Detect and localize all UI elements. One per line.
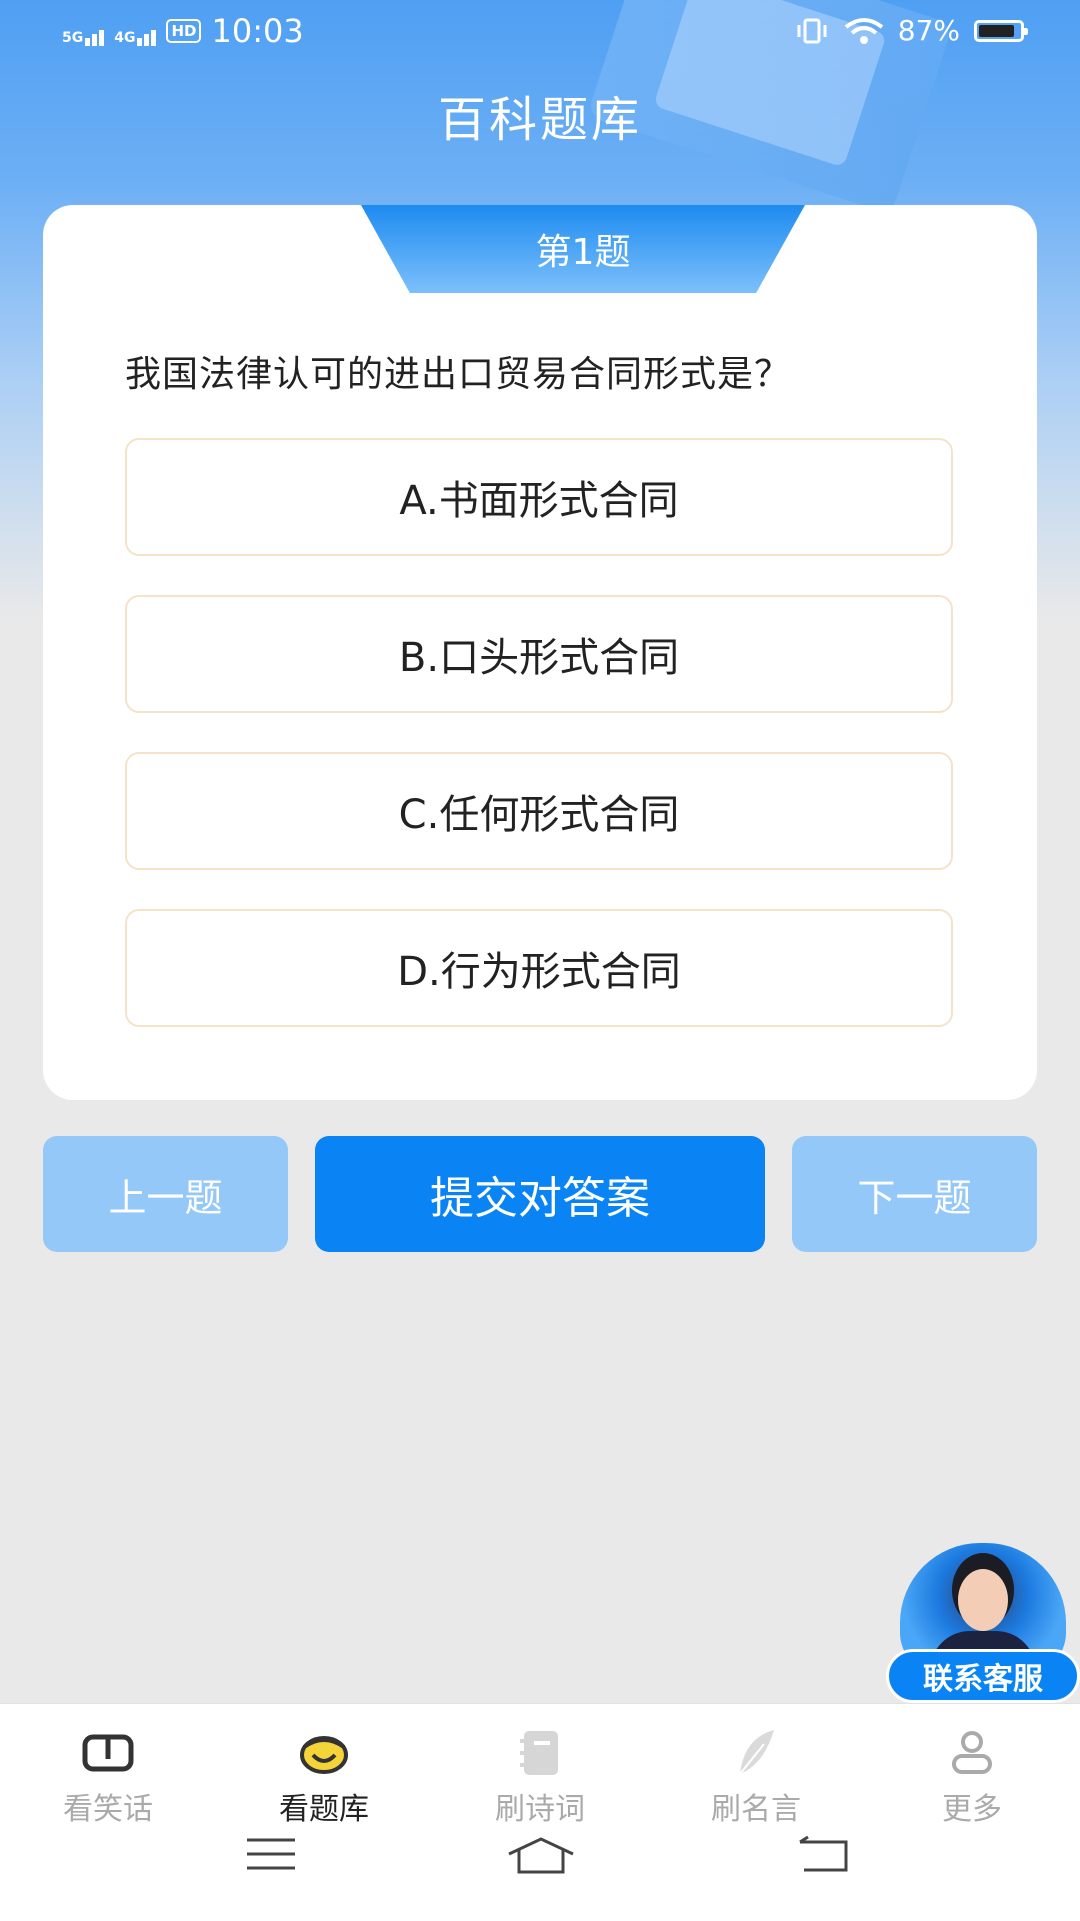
option-b[interactable]: B.口头形式合同 bbox=[125, 595, 953, 713]
battery-icon bbox=[974, 19, 1028, 42]
signal-4g-icon: 4G bbox=[114, 16, 157, 46]
clock: 10:03 bbox=[211, 12, 304, 50]
battery-percent: 87% bbox=[897, 14, 960, 47]
person-icon bbox=[942, 1728, 1002, 1778]
option-c[interactable]: C.任何形式合同 bbox=[125, 752, 953, 870]
status-bar: 5G 4G HD 10:03 87% bbox=[0, 0, 1080, 66]
question-text: 我国法律认可的进出口贸易合同形式是？ bbox=[125, 354, 792, 395]
hd-voice-icon: HD bbox=[166, 19, 202, 43]
back-icon[interactable] bbox=[796, 1836, 852, 1876]
book-icon bbox=[78, 1728, 138, 1778]
wifi-icon bbox=[844, 17, 883, 44]
network-type-5g: 5G bbox=[62, 30, 84, 46]
question-number-tab: 第1题 bbox=[361, 205, 805, 293]
network-type-4g: 4G bbox=[114, 30, 136, 46]
status-bar-left: 5G 4G HD 10:03 bbox=[62, 12, 304, 50]
customer-service-button[interactable]: 联系客服 bbox=[886, 1543, 1080, 1703]
status-bar-right: 87% bbox=[794, 14, 1028, 47]
smiley-icon bbox=[294, 1728, 354, 1778]
vibrate-icon bbox=[797, 18, 827, 43]
option-d[interactable]: D.行为形式合同 bbox=[125, 909, 953, 1027]
customer-service-label: 联系客服 bbox=[886, 1649, 1080, 1703]
system-nav-bar bbox=[0, 1812, 1080, 1920]
option-a[interactable]: A.书面形式合同 bbox=[125, 438, 953, 556]
signal-5g-icon: 5G bbox=[62, 16, 105, 46]
menu-icon[interactable] bbox=[245, 1836, 297, 1872]
question-card: 第1题 我国法律认可的进出口贸易合同形式是？ A.书面形式合同 B.口头形式合同… bbox=[43, 205, 1037, 1100]
page-title: 百科题库 bbox=[437, 92, 642, 148]
next-question-button[interactable]: 下一题 bbox=[792, 1136, 1037, 1252]
notebook-icon bbox=[510, 1728, 570, 1778]
feather-icon bbox=[726, 1728, 786, 1778]
previous-question-button[interactable]: 上一题 bbox=[43, 1136, 288, 1252]
home-icon[interactable] bbox=[505, 1836, 577, 1876]
submit-answer-button[interactable]: 提交对答案 bbox=[315, 1136, 765, 1252]
